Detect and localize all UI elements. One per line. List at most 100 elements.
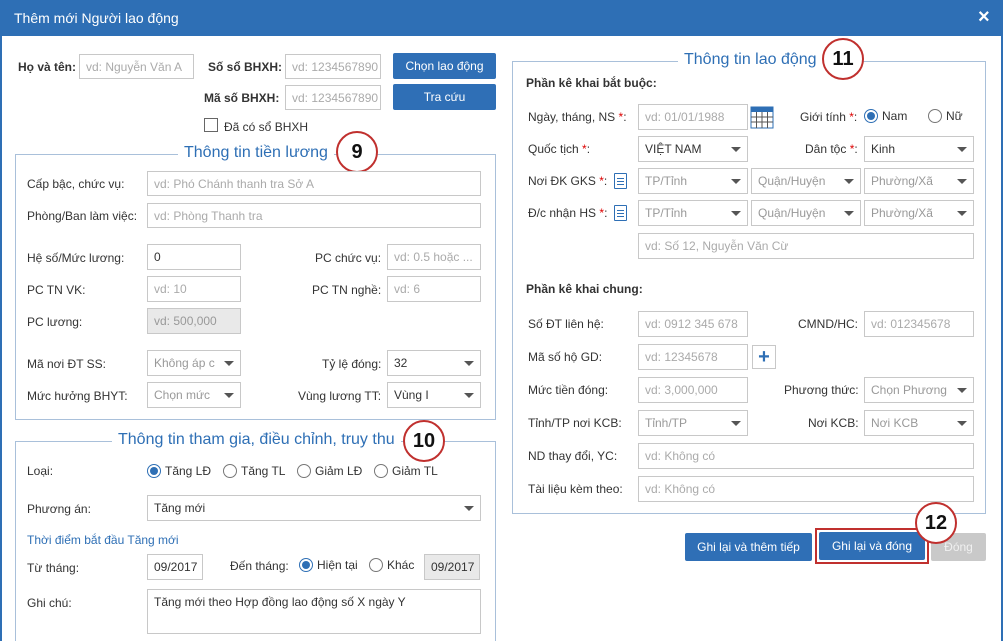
- dia-chi-input[interactable]: vd: Số 12, Nguyễn Văn Cừ: [638, 233, 974, 259]
- general-heading: Phần kê khai chung:: [526, 282, 643, 296]
- radio-dot: [297, 464, 311, 478]
- ghi-chu-textarea[interactable]: Tăng mới theo Hợp đồng lao động số X ngà…: [147, 589, 481, 634]
- den-thang-label: Đến tháng:: [230, 559, 289, 573]
- so-bhxh-input[interactable]: vd: 1234567890: [285, 54, 381, 79]
- chon-lao-dong-button[interactable]: Chọn lao động: [393, 53, 496, 79]
- tu-thang-input[interactable]: 09/2017: [147, 554, 203, 580]
- so-bhxh-label: Số sổ BHXH:: [208, 60, 283, 74]
- loai-label: Loại:: [27, 464, 54, 478]
- phuong-thuc-label: Phương thức:: [784, 383, 859, 397]
- dan-toc-label: Dân tộc *:: [805, 142, 858, 156]
- dialog-titlebar: Thêm mới Người lao động ×: [0, 0, 1003, 36]
- radio-dot: [369, 558, 383, 572]
- radio-giam-ld[interactable]: Giảm LĐ: [297, 464, 362, 478]
- chevron-down-icon: [464, 392, 474, 398]
- noi-dk-huyen-select[interactable]: Quận/Huyện: [751, 168, 861, 194]
- noi-dk-xa-select[interactable]: Phường/Xã: [864, 168, 974, 194]
- ma-bhxh-input[interactable]: vd: 1234567890: [285, 85, 381, 110]
- badge-9: 9: [336, 131, 378, 173]
- phong-ban-input[interactable]: vd: Phòng Thanh tra: [147, 203, 481, 228]
- radio-khac[interactable]: Khác: [369, 558, 414, 572]
- chevron-down-icon: [844, 178, 854, 184]
- pc-tn-nghe-label: PC TN nghề:: [312, 283, 382, 297]
- ma-noi-select[interactable]: Không áp c: [147, 350, 241, 376]
- badge-12: 12: [915, 502, 957, 544]
- save-and-close-button[interactable]: Ghi lại và đóng: [819, 532, 925, 560]
- dialog-title: Thêm mới Người lao động: [14, 10, 179, 26]
- gioi-tinh-label: Giới tính *:: [800, 110, 858, 124]
- noi-dk-label: Nơi ĐK GKS *:: [528, 174, 608, 188]
- salary-title: Thông tin tiền lương: [178, 144, 334, 162]
- ma-bhxh-label: Mã số BHXH:: [204, 91, 280, 105]
- pc-tn-nghe-input[interactable]: vd: 6: [387, 276, 481, 302]
- document-icon[interactable]: [614, 173, 627, 189]
- sdt-label: Số ĐT liên hệ:: [528, 317, 604, 331]
- muc-huong-select[interactable]: Chọn mức: [147, 382, 241, 408]
- ho-ten-label: Họ và tên:: [18, 60, 77, 74]
- chevron-down-icon: [957, 210, 967, 216]
- tra-cuu-button[interactable]: Tra cứu: [393, 84, 496, 110]
- vung-luong-select[interactable]: Vùng I: [387, 382, 481, 408]
- tinh-kcb-select[interactable]: Tỉnh/TP: [638, 410, 748, 436]
- da-co-so-label: Đã có sổ BHXH: [224, 120, 309, 134]
- ngay-sinh-input[interactable]: vd: 01/01/1988: [638, 104, 748, 130]
- chevron-down-icon: [844, 210, 854, 216]
- radio-tang-tl[interactable]: Tăng TL: [223, 464, 285, 478]
- chevron-down-icon: [957, 420, 967, 426]
- pc-luong-input: vd: 500,000: [147, 308, 241, 334]
- tai-lieu-label: Tài liệu kèm theo:: [528, 482, 623, 496]
- sdt-input[interactable]: vd: 0912 345 678: [638, 311, 748, 337]
- close-icon[interactable]: ×: [978, 5, 990, 29]
- radio-dot: [928, 109, 942, 123]
- phuong-an-label: Phương án:: [27, 502, 91, 516]
- pc-tn-vk-input[interactable]: vd: 10: [147, 276, 241, 302]
- nd-thay-doi-input[interactable]: vd: Không có: [638, 443, 974, 469]
- dc-nhan-xa-select[interactable]: Phường/Xã: [864, 200, 974, 226]
- dan-toc-select[interactable]: Kinh: [864, 136, 974, 162]
- quoc-tich-select[interactable]: VIỆT NAM: [638, 136, 748, 162]
- quoc-tich-label: Quốc tịch *:: [528, 142, 591, 156]
- cap-bac-input[interactable]: vd: Phó Chánh thanh tra Sở A: [147, 171, 481, 196]
- chevron-down-icon: [957, 387, 967, 393]
- muc-tien-label: Mức tiền đóng:: [528, 383, 609, 397]
- document-icon[interactable]: [614, 205, 627, 221]
- pc-tn-vk-label: PC TN VK:: [27, 283, 86, 297]
- noi-kcb-select[interactable]: Nơi KCB: [864, 410, 974, 436]
- da-co-so-checkbox[interactable]: [204, 118, 218, 132]
- save-and-next-button[interactable]: Ghi lại và thêm tiếp: [685, 533, 812, 561]
- dc-nhan-huyen-select[interactable]: Quận/Huyện: [751, 200, 861, 226]
- ma-noi-label: Mã nơi ĐT SS:: [27, 357, 107, 371]
- chevron-down-icon: [464, 360, 474, 366]
- cmnd-label: CMND/HC:: [798, 317, 858, 331]
- pc-chuc-vu-input[interactable]: vd: 0.5 hoặc ...: [387, 244, 481, 270]
- add-icon[interactable]: +: [752, 345, 776, 369]
- ma-ho-input[interactable]: vd: 12345678: [638, 344, 748, 370]
- muc-tien-input[interactable]: vd: 3,000,000: [638, 377, 748, 403]
- noi-dk-tinh-select[interactable]: TP/Tỉnh: [638, 168, 748, 194]
- phuong-thuc-select[interactable]: Chọn Phương: [864, 377, 974, 403]
- radio-tang-ld[interactable]: Tăng LĐ: [147, 464, 211, 478]
- tai-lieu-input[interactable]: vd: Không có: [638, 476, 974, 502]
- radio-nam[interactable]: Nam: [864, 109, 907, 123]
- labor-title: Thông tin lao động: [678, 51, 823, 69]
- noi-kcb-label: Nơi KCB:: [808, 416, 859, 430]
- radio-giam-tl[interactable]: Giảm TL: [374, 464, 438, 478]
- dc-nhan-label: Đ/c nhận HS *:: [528, 206, 608, 220]
- ty-le-select[interactable]: 32: [387, 350, 481, 376]
- he-so-input[interactable]: 0: [147, 244, 241, 270]
- phuong-an-select[interactable]: Tăng mới: [147, 495, 481, 521]
- nd-thay-doi-label: ND thay đổi, YC:: [528, 449, 618, 463]
- cmnd-input[interactable]: vd: 012345678: [864, 311, 974, 337]
- ho-ten-input[interactable]: vd: Nguyễn Văn A: [79, 54, 194, 79]
- radio-nu[interactable]: Nữ: [928, 109, 963, 123]
- calendar-icon[interactable]: [750, 105, 774, 129]
- he-so-label: Hệ số/Mức lương:: [27, 251, 125, 265]
- ma-ho-label: Mã số hộ GD:: [528, 350, 603, 364]
- chevron-down-icon: [957, 146, 967, 152]
- radio-dot: [864, 109, 878, 123]
- dc-nhan-tinh-select[interactable]: TP/Tỉnh: [638, 200, 748, 226]
- vung-luong-label: Vùng lương TT:: [298, 389, 382, 403]
- radio-hien-tai[interactable]: Hiện tại: [299, 558, 358, 572]
- cap-bac-label: Cấp bậc, chức vụ:: [27, 177, 125, 191]
- participation-title: Thông tin tham gia, điều chỉnh, truy thu: [112, 431, 401, 449]
